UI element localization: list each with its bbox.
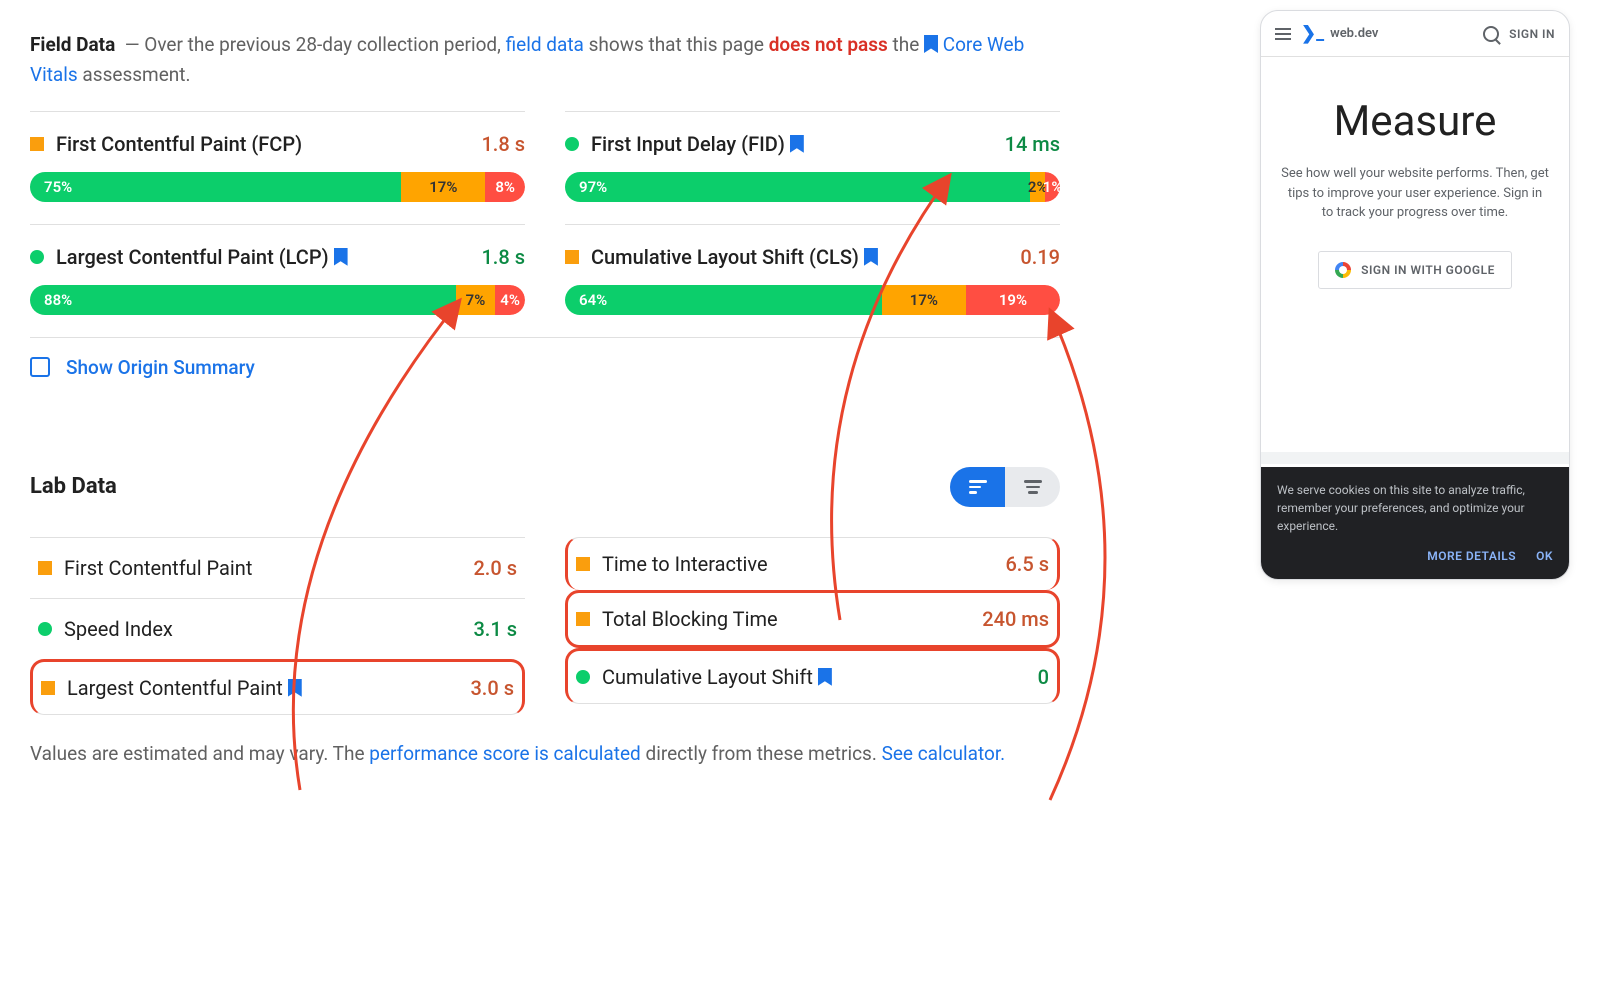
device-preview: ❯_ web.dev SIGN IN Measure See how well … bbox=[1260, 10, 1570, 580]
lab-row-tti: Time to Interactive 6.5 s bbox=[565, 537, 1060, 590]
footer-note: Values are estimated and may vary. The p… bbox=[30, 739, 1060, 769]
checkbox-icon[interactable] bbox=[30, 357, 50, 377]
lab-value: 240 ms bbox=[982, 607, 1049, 631]
field-data-header: Field Data — Over the previous 28-day co… bbox=[30, 30, 1060, 91]
bookmark-icon bbox=[790, 135, 804, 153]
lab-row-si: Speed Index 3.1 s bbox=[30, 598, 525, 659]
lab-data-grid: First Contentful Paint 2.0 s Speed Index… bbox=[30, 537, 1060, 715]
status-icon bbox=[30, 250, 44, 264]
lab-row-cls: Cumulative Layout Shift 0 bbox=[565, 648, 1060, 704]
view-right-button[interactable] bbox=[1005, 467, 1060, 507]
lab-name: Total Blocking Time bbox=[602, 607, 970, 631]
menu-icon[interactable] bbox=[1275, 28, 1291, 40]
webdev-logo[interactable]: ❯_ web.dev bbox=[1301, 23, 1473, 44]
bookmark-icon bbox=[924, 35, 938, 53]
lab-row-lcp: Largest Contentful Paint 3.0 s bbox=[30, 659, 525, 715]
bookmark-icon bbox=[334, 248, 348, 266]
metric-value: 14 ms bbox=[1005, 132, 1060, 156]
bookmark-icon bbox=[818, 668, 832, 686]
page-description: See how well your website performs. Then… bbox=[1281, 164, 1549, 223]
metric-name: First Input Delay (FID) bbox=[591, 132, 993, 156]
status-icon bbox=[565, 250, 579, 264]
lab-value: 3.0 s bbox=[470, 676, 514, 700]
cookie-ok-button[interactable]: OK bbox=[1536, 547, 1553, 565]
fail-text: does not pass bbox=[769, 33, 888, 56]
more-details-link[interactable]: MORE DETAILS bbox=[1427, 547, 1516, 565]
status-icon bbox=[576, 612, 590, 626]
status-icon bbox=[38, 622, 52, 636]
metric-cls: Cumulative Layout Shift (CLS) 0.19 64% 1… bbox=[565, 224, 1060, 337]
field-data-title: Field Data bbox=[30, 33, 115, 56]
lab-data-title: Lab Data bbox=[30, 474, 117, 499]
metric-fid: First Input Delay (FID) 14 ms 97% 2% 1% bbox=[565, 111, 1060, 224]
metric-value: 0.19 bbox=[1020, 245, 1060, 269]
distribution-bar: 97% 2% 1% bbox=[565, 172, 1060, 202]
lab-value: 0 bbox=[1038, 665, 1049, 689]
perf-score-link[interactable]: performance score is calculated bbox=[369, 742, 640, 765]
view-toggle bbox=[950, 467, 1060, 507]
distribution-bar: 64% 17% 19% bbox=[565, 285, 1060, 315]
status-icon bbox=[38, 561, 52, 575]
status-icon bbox=[30, 137, 44, 151]
distribution-bar: 88% 7% 4% bbox=[30, 285, 525, 315]
lab-name: Cumulative Layout Shift bbox=[602, 665, 1026, 689]
show-origin-label: Show Origin Summary bbox=[66, 356, 255, 379]
field-metrics-grid: First Contentful Paint (FCP) 1.8 s 75% 1… bbox=[30, 111, 1060, 337]
status-icon bbox=[41, 681, 55, 695]
view-left-button[interactable] bbox=[950, 467, 1005, 507]
cookie-banner: We serve cookies on this site to analyze… bbox=[1261, 467, 1569, 579]
see-calculator-link[interactable]: See calculator. bbox=[882, 742, 1006, 765]
page-title: Measure bbox=[1281, 97, 1549, 146]
lab-name: Largest Contentful Paint bbox=[67, 676, 458, 700]
bookmark-icon bbox=[288, 679, 302, 697]
distribution-bar: 75% 17% 8% bbox=[30, 172, 525, 202]
field-data-link[interactable]: field data bbox=[506, 33, 584, 56]
show-origin-toggle[interactable]: Show Origin Summary bbox=[30, 337, 1060, 397]
metric-fcp: First Contentful Paint (FCP) 1.8 s 75% 1… bbox=[30, 111, 525, 224]
metric-name: Largest Contentful Paint (LCP) bbox=[56, 245, 469, 269]
bookmark-icon bbox=[864, 248, 878, 266]
google-icon bbox=[1335, 262, 1351, 278]
lab-name: Time to Interactive bbox=[602, 552, 993, 576]
lab-row-fcp: First Contentful Paint 2.0 s bbox=[30, 537, 525, 598]
lab-value: 6.5 s bbox=[1005, 552, 1049, 576]
status-icon bbox=[576, 557, 590, 571]
metric-name: Cumulative Layout Shift (CLS) bbox=[591, 245, 1008, 269]
metric-name: First Contentful Paint (FCP) bbox=[56, 132, 469, 156]
google-signin-button[interactable]: SIGN IN WITH GOOGLE bbox=[1318, 251, 1512, 289]
metric-value: 1.8 s bbox=[481, 245, 525, 269]
search-icon[interactable] bbox=[1483, 26, 1499, 42]
lab-value: 3.1 s bbox=[473, 617, 517, 641]
sign-in-link[interactable]: SIGN IN bbox=[1509, 27, 1555, 41]
lab-row-tbt: Total Blocking Time 240 ms bbox=[565, 590, 1060, 648]
logo-icon: ❯_ bbox=[1301, 23, 1324, 44]
lab-name: First Contentful Paint bbox=[64, 556, 461, 580]
status-icon bbox=[565, 137, 579, 151]
metric-lcp: Largest Contentful Paint (LCP) 1.8 s 88%… bbox=[30, 224, 525, 337]
status-icon bbox=[576, 670, 590, 684]
cookie-text: We serve cookies on this site to analyze… bbox=[1277, 481, 1553, 535]
metric-value: 1.8 s bbox=[481, 132, 525, 156]
lab-value: 2.0 s bbox=[473, 556, 517, 580]
lab-name: Speed Index bbox=[64, 617, 461, 641]
